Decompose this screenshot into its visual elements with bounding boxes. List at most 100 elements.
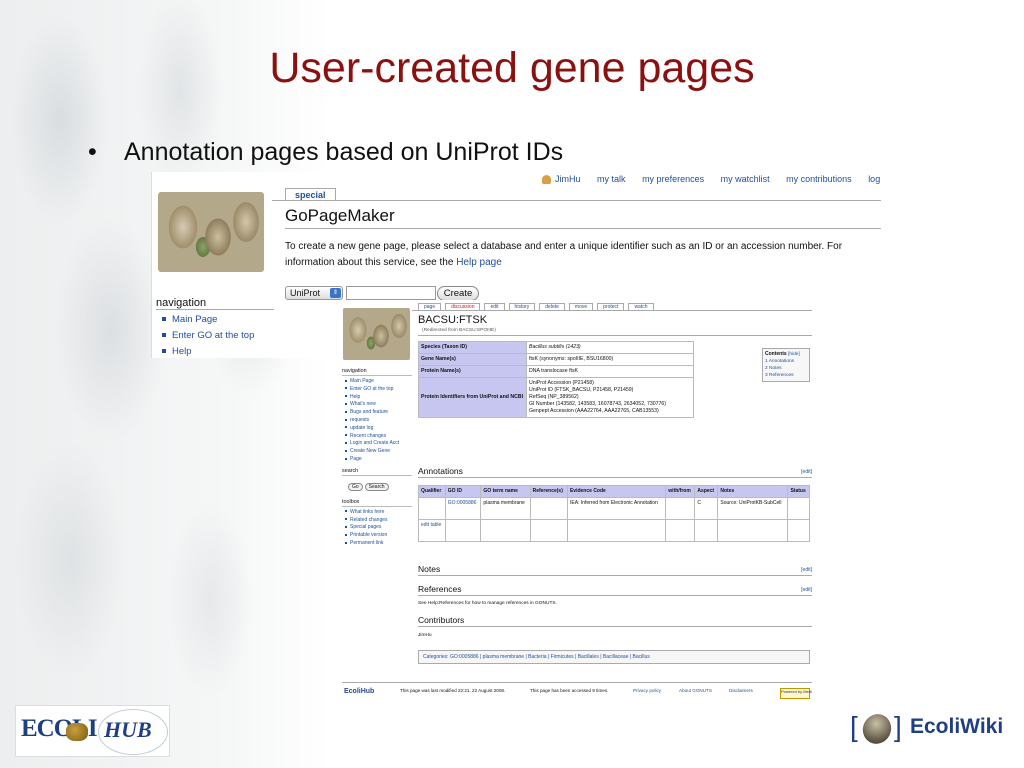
- edit-link[interactable]: [edit]: [801, 587, 812, 593]
- table-row: edit table: [418, 519, 810, 542]
- nav-item-help[interactable]: Help: [162, 346, 254, 357]
- contributors-heading: Contributors: [418, 615, 812, 627]
- user-toolbar: JimHu my talk my preferences my watchlis…: [542, 174, 881, 185]
- user-link[interactable]: JimHu: [542, 174, 581, 185]
- row-value: UniProt Accession (P21458) UniProt ID (F…: [526, 377, 694, 418]
- nav-item[interactable]: Main Page: [345, 378, 412, 386]
- tab-protect[interactable]: protect: [597, 303, 625, 310]
- annotations-heading: Annotations [edit]: [418, 466, 812, 478]
- notes-heading: Notes [edit]: [418, 564, 812, 576]
- bullet-text: Annotation pages based on UniProt IDs: [124, 138, 564, 166]
- pistachio-logo-small[interactable]: [343, 308, 410, 360]
- go-id-link[interactable]: GO:0005886: [444, 497, 482, 520]
- nav-item[interactable]: update log: [345, 425, 412, 433]
- column-header[interactable]: GO ID: [444, 485, 482, 498]
- redirect-note: (Redirected from BACSU:SPOIIIE): [422, 328, 496, 333]
- my-talk-link[interactable]: my talk: [597, 174, 626, 184]
- nav-item-main-page[interactable]: Main Page: [162, 314, 254, 325]
- create-button[interactable]: Create: [437, 286, 479, 301]
- identifier-line[interactable]: UniProt ID (FTSK_BACSU, P21458, P21459): [529, 387, 691, 394]
- contributor-link[interactable]: JimHu: [418, 633, 432, 638]
- page-title: GoPageMaker: [285, 206, 395, 225]
- select-arrow-icon: ⇕: [330, 288, 341, 298]
- edit-link[interactable]: [edit]: [801, 469, 812, 475]
- tab-edit[interactable]: edit: [484, 303, 505, 310]
- identifier-input[interactable]: [346, 286, 436, 300]
- page-tabs: page discussion edit history delete move prote…: [418, 303, 658, 310]
- tab-move[interactable]: move: [568, 303, 594, 310]
- tab-history[interactable]: history: [508, 303, 536, 310]
- nav-item[interactable]: requests: [345, 417, 412, 425]
- mediawiki-badge[interactable]: Powered by MediaWiki: [780, 688, 812, 699]
- about-link[interactable]: About GONUTS: [679, 688, 712, 693]
- bacterium-icon: [857, 709, 897, 749]
- nav-item[interactable]: Create New Gene: [345, 448, 412, 456]
- toolbox-list: What links here Related changes Special …: [342, 509, 412, 548]
- toc-hide-link[interactable]: [hide]: [788, 352, 800, 357]
- ecolihub-logo: ECOLI HUB: [15, 705, 170, 757]
- toolbox-item[interactable]: Permanent link: [345, 540, 412, 548]
- nav-item-enter-go[interactable]: Enter GO at the top: [162, 330, 254, 341]
- edit-link[interactable]: [edit]: [801, 567, 812, 573]
- nav-item[interactable]: Help: [345, 394, 412, 402]
- my-watchlist-link[interactable]: my watchlist: [721, 174, 770, 184]
- cell: IEA: Inferred from Electronic Annotation: [566, 497, 667, 520]
- identifier-line[interactable]: UniProt Accession (P21458): [529, 380, 691, 387]
- search-button[interactable]: Search: [364, 482, 389, 491]
- toc-item[interactable]: 1 Annotations: [765, 358, 807, 365]
- go-button[interactable]: Go: [348, 482, 363, 491]
- toolbox-item[interactable]: Related changes: [345, 517, 412, 525]
- cell: C: [694, 497, 719, 520]
- navigation-list: Main Page Enter GO at the top Help What'…: [342, 378, 412, 464]
- nav-item[interactable]: Bugs and feature: [345, 409, 412, 417]
- bracket-left-icon: [: [850, 711, 858, 742]
- ecoliwiki-logo: [ ] EcoliWiki: [850, 709, 1010, 751]
- column-header[interactable]: Reference(s): [529, 485, 568, 498]
- column-header[interactable]: Status: [787, 485, 810, 498]
- column-header[interactable]: GO term name: [480, 485, 531, 498]
- disclaimers-link[interactable]: Disclaimers: [729, 688, 753, 693]
- table-row: Gene Name(s) ftsK (synonyms: spoIIIE, BSU…: [418, 353, 694, 366]
- tab-page[interactable]: page: [418, 303, 442, 310]
- tab-delete[interactable]: delete: [539, 303, 565, 310]
- column-header[interactable]: with/from: [665, 485, 696, 498]
- column-header[interactable]: Aspect: [694, 485, 719, 498]
- table-row: GO:0005886 plasma membrane IEA: Inferred…: [418, 497, 810, 520]
- nav-item[interactable]: Enter GO at the top: [345, 386, 412, 394]
- bullet-dot: •: [88, 138, 97, 166]
- column-header[interactable]: Evidence Code: [566, 485, 667, 498]
- my-contributions-link[interactable]: my contributions: [786, 174, 852, 184]
- table-header-row: Qualifier GO ID GO term name Reference(s…: [418, 485, 810, 498]
- toolbox-item[interactable]: What links here: [345, 509, 412, 517]
- toc-item[interactable]: 3 References: [765, 372, 807, 379]
- toolbox-item[interactable]: Printable version: [345, 532, 412, 540]
- nav-item[interactable]: Recent changes: [345, 433, 412, 441]
- nav-item[interactable]: Page: [345, 456, 412, 464]
- identifier-line[interactable]: GI Number (143582, 143583, 16078743, 263…: [529, 401, 691, 408]
- bracket-right-icon: ]: [894, 711, 902, 742]
- my-preferences-link[interactable]: my preferences: [642, 174, 704, 184]
- ecolihub-footer-logo[interactable]: EcoliHub: [344, 688, 374, 695]
- help-page-link[interactable]: Help page: [456, 257, 502, 268]
- page-footer: EcoliHub This page was last modified 22:…: [342, 682, 812, 699]
- edit-table-link[interactable]: edit table: [418, 519, 446, 542]
- column-header[interactable]: Qualifier: [418, 485, 446, 498]
- toolbox-item[interactable]: Special pages: [345, 524, 412, 532]
- table-of-contents: Contents [hide] 1 Annotations 2 Notes 3 …: [762, 348, 810, 382]
- tab-discussion[interactable]: discussion: [445, 303, 481, 310]
- categories-box[interactable]: Categories: GO:0005886 | plasma membrane…: [418, 650, 810, 664]
- pistachio-logo[interactable]: [158, 192, 264, 272]
- tab-watch[interactable]: watch: [628, 303, 654, 310]
- tab-divider: [272, 200, 881, 201]
- database-select[interactable]: UniProt ⇕: [285, 286, 343, 300]
- nav-item[interactable]: What's new: [345, 401, 412, 409]
- identifier-line[interactable]: RefSeq (NP_389562): [529, 394, 691, 401]
- privacy-policy-link[interactable]: Privacy policy: [633, 688, 661, 693]
- logout-link[interactable]: log out: [868, 174, 881, 184]
- nav-item[interactable]: Login and Create Acct: [345, 440, 412, 448]
- toc-item[interactable]: 2 Notes: [765, 365, 807, 372]
- column-header[interactable]: Notes: [717, 485, 789, 498]
- identifier-line[interactable]: Genpept Accession (AAA22764, AAA22765, C…: [529, 408, 691, 415]
- row-label: Protein Name(s): [418, 365, 527, 378]
- row-value: DNA translocase ftsK: [526, 365, 694, 378]
